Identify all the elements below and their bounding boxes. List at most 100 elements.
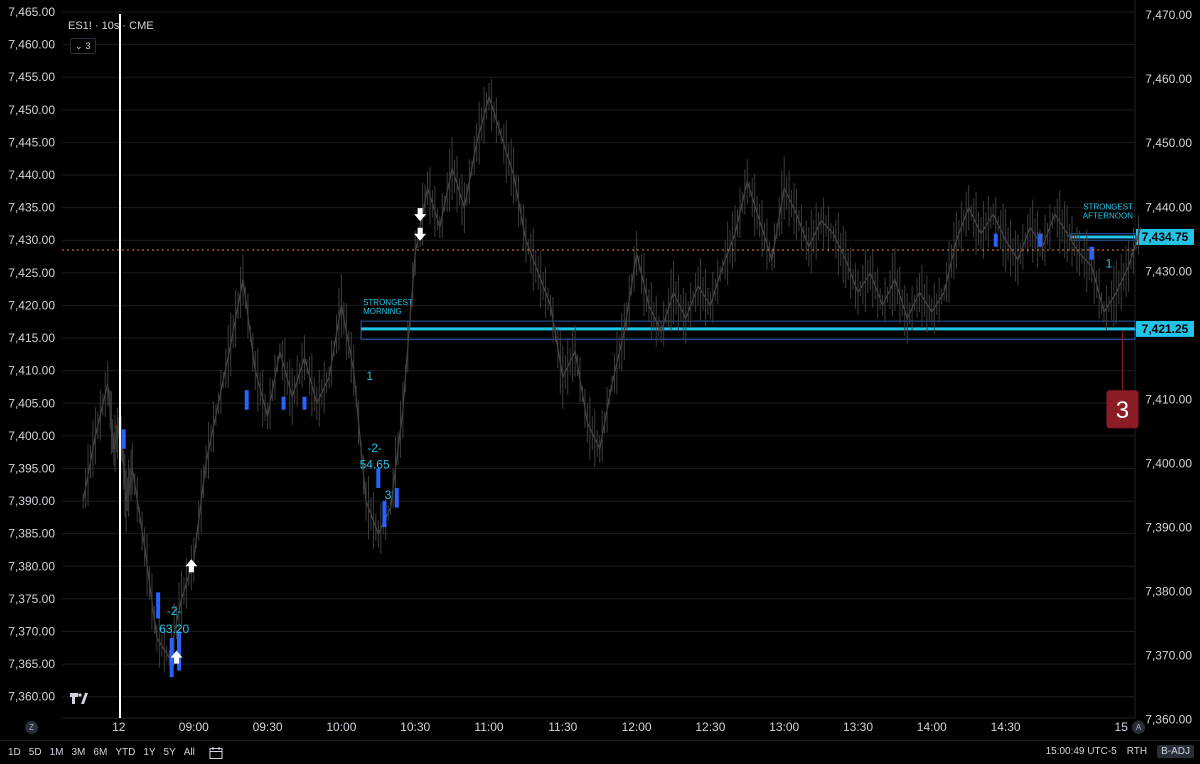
chart-overlays: 3	[62, 14, 1139, 718]
signal-bar	[121, 429, 126, 449]
right-tick-label[interactable]: 7,370.00	[1145, 648, 1192, 662]
session-toggle[interactable]: RTH	[1127, 746, 1147, 757]
time-tick-label[interactable]: 12	[112, 720, 126, 734]
left-tick-label[interactable]: 7,455.00	[8, 70, 55, 84]
annotations: -2- 63.20 1 -2- 54.65 3 1	[159, 257, 1112, 636]
time-tick-label[interactable]: 11:00	[474, 720, 503, 734]
left-tick-label[interactable]: 7,465.00	[8, 5, 55, 19]
range-1y[interactable]: 1Y	[143, 747, 155, 758]
right-tick-label[interactable]: 7,450.00	[1145, 136, 1192, 150]
time-tick-label[interactable]: 12:00	[622, 720, 652, 734]
left-tick-label[interactable]: 7,425.00	[8, 266, 55, 280]
signal-bar	[1038, 233, 1043, 247]
calendar-icon[interactable]	[209, 746, 223, 760]
range-1m[interactable]: 1M	[50, 747, 64, 758]
range-6m[interactable]: 6M	[93, 747, 107, 758]
left-tick-label[interactable]: 7,360.00	[8, 690, 55, 704]
right-tick-label[interactable]: 7,410.00	[1145, 392, 1192, 406]
left-tick-label[interactable]: 7,430.00	[8, 233, 55, 247]
annotation-label: 54.65	[360, 457, 390, 471]
clock-time[interactable]: 15:00:49 UTC-5	[1046, 746, 1117, 757]
right-tick-label[interactable]: 7,380.00	[1145, 584, 1192, 598]
right-tick-label[interactable]: 7,390.00	[1145, 520, 1192, 534]
time-tick-label[interactable]: 10:00	[326, 720, 356, 734]
zone-label-text: MORNING	[363, 307, 402, 316]
left-tick-label[interactable]: 7,365.00	[8, 657, 55, 671]
symbol-label[interactable]: ES1! · 10s · CME	[68, 20, 154, 32]
range-5d[interactable]: 5D	[29, 747, 42, 758]
time-axis[interactable]: 12 09:00 09:30 10:00 10:30 11:00 11:30 12:00 12:…	[112, 720, 1128, 734]
zone-label-text: AFTERNOON	[1083, 212, 1133, 221]
time-tick-label[interactable]: 14:30	[991, 720, 1021, 734]
annotation-label: -2-	[367, 441, 382, 455]
zone-label-text: STRONGEST	[363, 298, 413, 307]
range-1d[interactable]: 1D	[8, 747, 21, 758]
signal-bar	[993, 233, 998, 247]
range-all[interactable]: All	[184, 747, 195, 758]
right-tick-label[interactable]: 7,440.00	[1145, 200, 1192, 214]
price-series	[82, 78, 1142, 673]
zone-price-label[interactable]: 7,434.75	[1142, 230, 1189, 244]
left-tick-label[interactable]: 7,450.00	[8, 103, 55, 117]
right-tick-label[interactable]: 7,460.00	[1145, 72, 1192, 86]
time-tick-label[interactable]: 12:30	[695, 720, 725, 734]
right-tick-label[interactable]: 7,360.00	[1145, 712, 1192, 726]
signal-bar	[382, 501, 387, 528]
range-5y[interactable]: 5Y	[164, 747, 176, 758]
indicator-count: 3	[85, 41, 91, 51]
left-price-axis[interactable]: 7,465.00 7,460.00 7,455.00 7,450.00 7,445.00…	[8, 5, 55, 704]
bottom-status: 15:00:49 UTC-5 RTH B-ADJ	[1046, 745, 1194, 758]
right-tick-label[interactable]: 7,400.00	[1145, 456, 1192, 470]
right-tick-label[interactable]: 7,430.00	[1145, 264, 1192, 278]
zone-label-text: STRONGEST	[1083, 203, 1133, 212]
zoom-reset-button[interactable]: Z	[25, 721, 38, 734]
left-tick-label[interactable]: 7,415.00	[8, 331, 55, 345]
grid-lines	[62, 0, 1136, 719]
left-tick-label[interactable]: 7,440.00	[8, 168, 55, 182]
time-tick-label[interactable]: 15	[1115, 720, 1129, 734]
left-tick-label[interactable]: 7,395.00	[8, 461, 55, 475]
arrow-down-icon	[414, 227, 427, 241]
left-tick-label[interactable]: 7,460.00	[8, 38, 55, 52]
signal-bar	[244, 390, 249, 410]
range-ytd[interactable]: YTD	[115, 747, 135, 758]
time-tick-label[interactable]: 10:30	[400, 720, 430, 734]
signal-bar	[177, 631, 182, 671]
signal-bar	[281, 396, 286, 410]
adjustment-toggle[interactable]: B-ADJ	[1157, 745, 1194, 758]
signal-bar	[156, 592, 161, 619]
left-tick-label[interactable]: 7,435.00	[8, 201, 55, 215]
left-tick-label[interactable]: 7,405.00	[8, 396, 55, 410]
left-tick-label[interactable]: 7,410.00	[8, 364, 55, 378]
time-tick-label[interactable]: 14:00	[917, 720, 947, 734]
right-tick-label[interactable]: 7,470.00	[1145, 8, 1192, 22]
left-tick-label[interactable]: 7,400.00	[8, 429, 55, 443]
symbol-header[interactable]: ES1! · 10s · CME	[68, 20, 154, 32]
price-chart[interactable]: 7,465.00 7,460.00 7,455.00 7,450.00 7,445.00…	[0, 0, 1200, 763]
left-tick-label[interactable]: 7,375.00	[8, 592, 55, 606]
left-tick-label[interactable]: 7,370.00	[8, 624, 55, 638]
indicator-collapse-button[interactable]: ⌄ 3	[70, 38, 96, 54]
time-tick-label[interactable]: 11:30	[548, 720, 577, 734]
left-tick-label[interactable]: 7,380.00	[8, 559, 55, 573]
bottom-toolbar: 1D 5D 1M 3M 6M YTD 1Y 5Y All 15:00:49 UTC-5 RTH …	[0, 740, 1200, 764]
time-tick-label[interactable]: 09:30	[253, 720, 283, 734]
left-tick-label[interactable]: 7,385.00	[8, 527, 55, 541]
zones: STRONGESTMORNING7,421.25STRONGESTAFTERNO…	[360, 203, 1194, 340]
time-tick-label[interactable]: 13:30	[843, 720, 873, 734]
logo-dot	[78, 693, 82, 697]
auto-scale-button[interactable]: A	[1132, 721, 1145, 734]
right-price-axis[interactable]: 7,470.00 7,460.00 7,450.00 7,440.00 7,430.00…	[1145, 8, 1192, 726]
annotation-label: 1	[366, 369, 373, 383]
badge-number: 3	[1116, 397, 1129, 424]
left-tick-label[interactable]: 7,390.00	[8, 494, 55, 508]
arrow-up-icon	[185, 559, 198, 573]
zone-price-label[interactable]: 7,421.25	[1142, 322, 1189, 336]
time-tick-label[interactable]: 09:00	[179, 720, 209, 734]
time-tick-label[interactable]: 13:00	[769, 720, 799, 734]
annotation-label: 3	[385, 488, 392, 502]
range-3m[interactable]: 3M	[72, 747, 86, 758]
annotation-label: 63.20	[159, 622, 189, 636]
left-tick-label[interactable]: 7,445.00	[8, 135, 55, 149]
left-tick-label[interactable]: 7,420.00	[8, 298, 55, 312]
